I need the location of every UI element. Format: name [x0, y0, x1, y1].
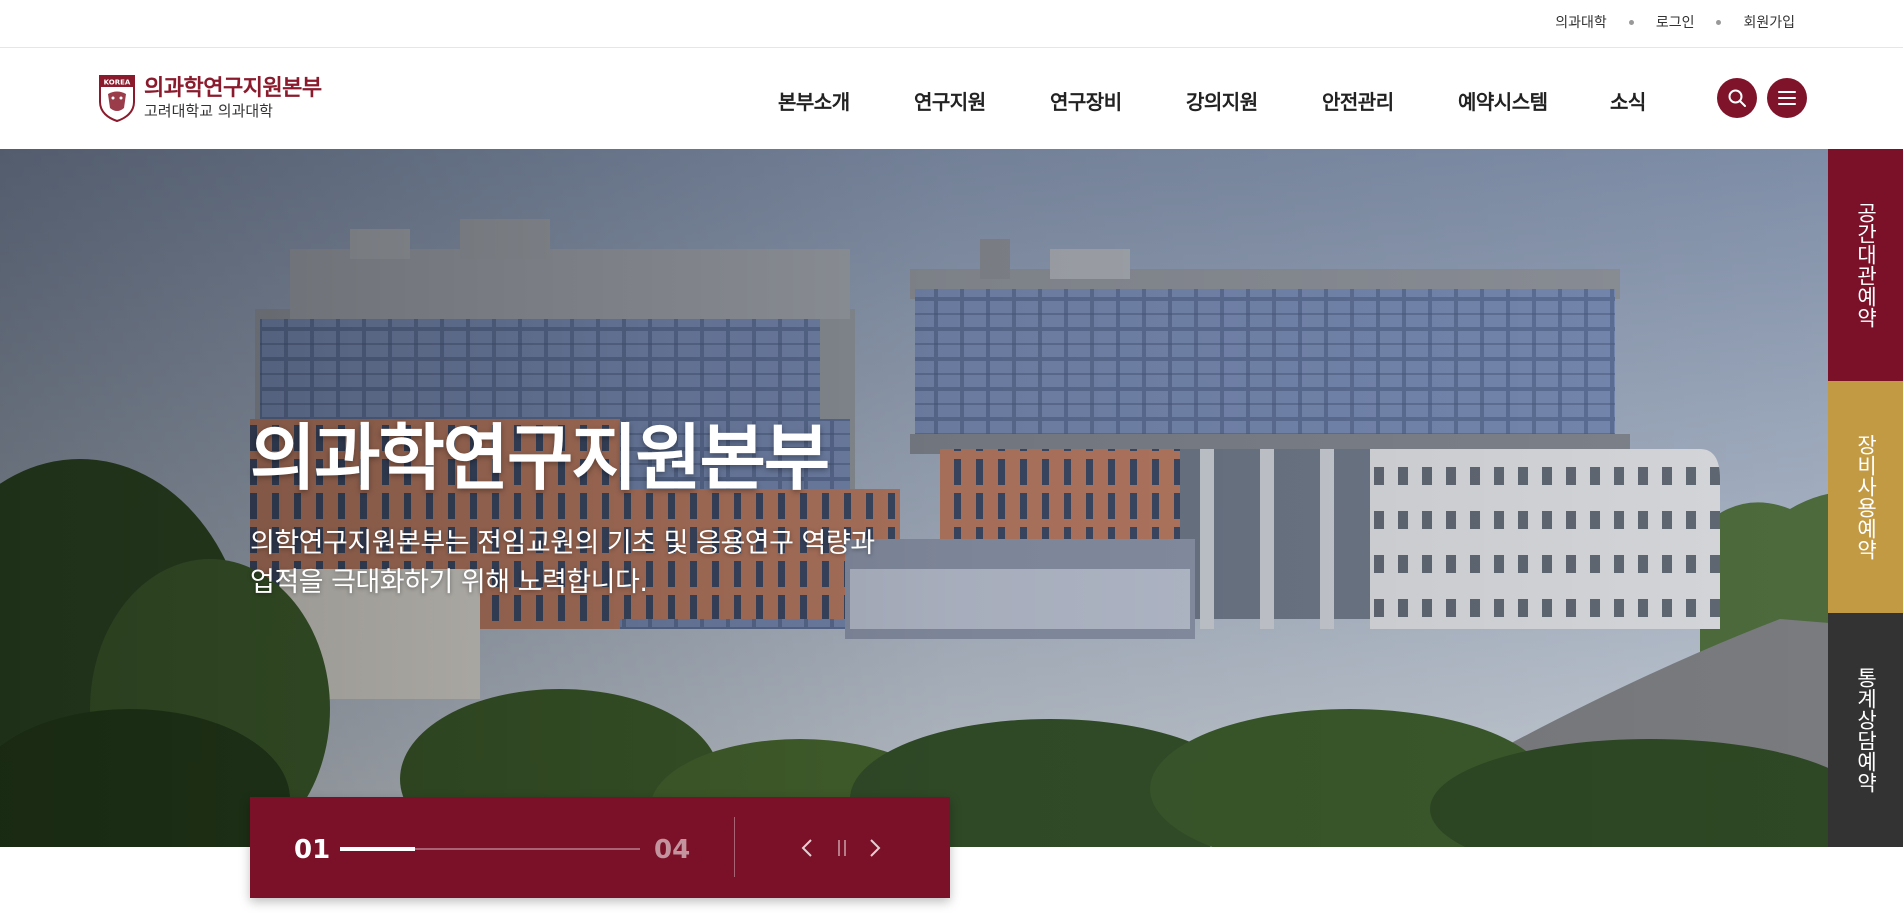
util-link-medical-college[interactable]: 의과대학 [1555, 12, 1607, 32]
quick-item-label: 공간대관예약 [1854, 202, 1878, 328]
quick-item-label: 장비사용예약 [1854, 434, 1878, 560]
slider-control: 01 04 [250, 797, 950, 898]
search-icon [1728, 89, 1746, 107]
site-header: KOREA 의과학연구지원본부 고려대학교 의과대학 본부소개 연구지원 연구장… [0, 48, 1903, 149]
nav-item-lecture-support[interactable]: 강의지원 [1186, 86, 1258, 115]
slide-progress-fill [340, 847, 415, 851]
hamburger-menu-icon [1778, 91, 1796, 105]
logo-subtitle: 고려대학교 의과대학 [144, 102, 273, 120]
nav-item-news[interactable]: 소식 [1610, 86, 1646, 115]
quick-space-rental-reservation[interactable]: 공간대관예약 [1828, 149, 1903, 381]
nav-item-safety[interactable]: 안전관리 [1322, 86, 1394, 115]
quick-statistics-consult-reservation[interactable]: 통계상담예약 [1828, 613, 1903, 847]
university-crest-icon: KOREA [98, 74, 136, 123]
crest-lettering: KOREA [104, 79, 131, 87]
nav-item-research-support[interactable]: 연구지원 [914, 86, 986, 115]
nav-item-reservation[interactable]: 예약시스템 [1458, 86, 1548, 115]
pause-slide-button[interactable] [827, 830, 857, 866]
hero-banner: 의과학연구지원본부 의학연구지원본부는 전임교원의 기초 및 응용연구 역량과 … [0, 149, 1903, 847]
hero-title: 의과학연구지원본부 [250, 416, 830, 500]
slide-current-number: 01 [294, 835, 331, 865]
slide-progress-track [340, 847, 640, 851]
quick-reservation-menu: 공간대관예약 장비사용예약 통계상담예약 [1828, 149, 1903, 847]
nav-item-about[interactable]: 본부소개 [778, 86, 850, 115]
chevron-left-icon [801, 839, 812, 857]
hero-description-line: 업적을 극대화하기 위해 노력합니다. [250, 567, 648, 598]
nav-item-research-equipment[interactable]: 연구장비 [1050, 86, 1122, 115]
pause-icon [838, 840, 846, 856]
chevron-right-icon [870, 839, 881, 857]
quick-equipment-reservation[interactable]: 장비사용예약 [1828, 381, 1903, 613]
next-slide-button[interactable] [860, 830, 890, 866]
menu-button[interactable] [1767, 78, 1807, 118]
hero-description-line: 의학연구지원본부는 전임교원의 기초 및 응용연구 역량과 [250, 528, 875, 559]
search-button[interactable] [1717, 78, 1757, 118]
logo-title: 의과학연구지원본부 [144, 76, 322, 101]
hero-description: 의학연구지원본부는 전임교원의 기초 및 응용연구 역량과 업적을 극대화하기 … [250, 524, 950, 602]
slide-total-number: 04 [654, 835, 691, 865]
util-link-login[interactable]: 로그인 [1656, 12, 1695, 32]
separator-dot [1628, 19, 1634, 25]
site-logo[interactable]: KOREA 의과학연구지원본부 고려대학교 의과대학 [98, 74, 322, 123]
quick-item-label: 통계상담예약 [1854, 667, 1878, 793]
util-link-signup[interactable]: 회원가입 [1743, 12, 1795, 32]
divider [734, 817, 735, 877]
utility-links: 의과대학 로그인 회원가입 [1555, 12, 1795, 32]
logo-text: 의과학연구지원본부 고려대학교 의과대학 [144, 76, 322, 120]
separator-dot [1716, 19, 1722, 25]
utility-bar: 의과대학 로그인 회원가입 [0, 0, 1903, 48]
prev-slide-button[interactable] [792, 830, 822, 866]
